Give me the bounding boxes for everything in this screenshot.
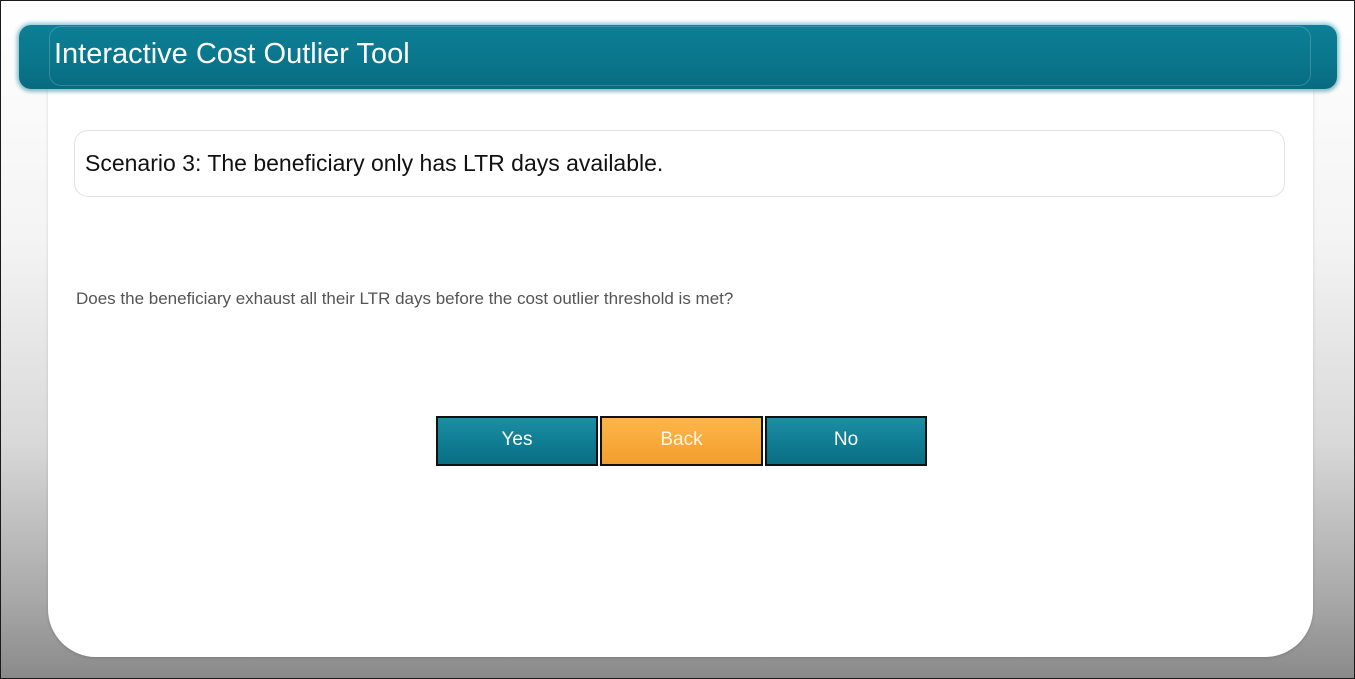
- back-button[interactable]: Back: [600, 416, 763, 466]
- app-frame: Interactive Cost Outlier Tool Scenario 3…: [0, 0, 1355, 679]
- question-text: Does the beneficiary exhaust all their L…: [76, 289, 734, 308]
- scenario-box: Scenario 3: The beneficiary only has LTR…: [74, 130, 1285, 197]
- title-bar: Interactive Cost Outlier Tool: [19, 25, 1337, 89]
- no-button[interactable]: No: [765, 416, 927, 466]
- app-title: Interactive Cost Outlier Tool: [54, 38, 410, 70]
- yes-button[interactable]: Yes: [436, 416, 598, 466]
- scenario-text: Scenario 3: The beneficiary only has LTR…: [85, 150, 664, 176]
